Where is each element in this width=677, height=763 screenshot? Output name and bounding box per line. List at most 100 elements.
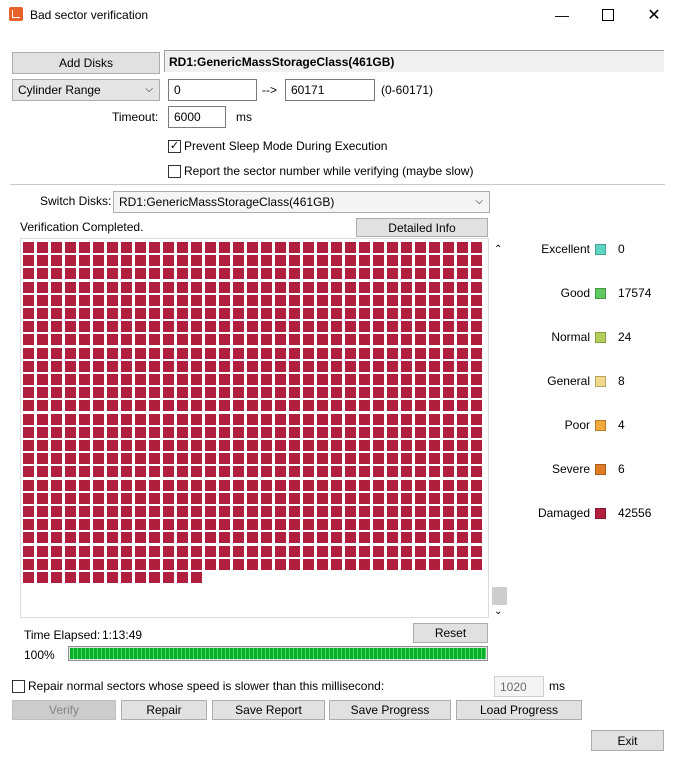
- sector-cell: [289, 374, 300, 385]
- sector-cell: [373, 321, 384, 333]
- sector-cell: [289, 413, 300, 425]
- sector-cell: [443, 506, 454, 517]
- sector-cell: [275, 334, 286, 346]
- sector-cell: [149, 374, 160, 385]
- sector-cell: [121, 294, 132, 306]
- prevent-sleep-checkbox[interactable]: ✓: [168, 140, 181, 153]
- sector-cell: [261, 360, 272, 372]
- sector-cell: [247, 506, 258, 517]
- save-progress-button[interactable]: Save Progress: [329, 700, 451, 720]
- minimize-icon[interactable]: —: [539, 0, 585, 30]
- verify-button[interactable]: Verify: [12, 700, 116, 720]
- sector-cell: [163, 308, 174, 319]
- sector-cell: [149, 440, 160, 451]
- sector-cell: [471, 308, 482, 319]
- add-disks-button[interactable]: Add Disks: [12, 52, 160, 74]
- sector-cell: [191, 360, 202, 372]
- detailed-info-button[interactable]: Detailed Info: [356, 218, 488, 237]
- sector-cell: [429, 268, 440, 280]
- sector-cell: [233, 558, 244, 570]
- sector-cell: [37, 466, 48, 478]
- sector-cell: [149, 426, 160, 438]
- sector-cell: [79, 347, 90, 359]
- sector-cell: [163, 360, 174, 372]
- repair-slow-checkbox[interactable]: [12, 680, 25, 693]
- legend-swatch: [595, 287, 606, 299]
- close-icon[interactable]: ✕: [631, 0, 677, 30]
- sector-cell: [23, 400, 34, 412]
- sector-cell: [275, 400, 286, 412]
- sector-cell: [135, 492, 146, 504]
- sector-cell: [23, 360, 34, 372]
- sector-cell: [191, 479, 202, 491]
- sector-cell: [79, 268, 90, 280]
- sector-cell: [219, 506, 230, 517]
- sector-cell: [149, 387, 160, 399]
- scroll-thumb[interactable]: [492, 587, 507, 605]
- sector-cell: [401, 387, 412, 399]
- sector-cell: [429, 308, 440, 319]
- sector-cell: [261, 413, 272, 425]
- sector-cell: [317, 466, 328, 478]
- sector-cell: [177, 426, 188, 438]
- sector-cell: [387, 242, 398, 253]
- sector-cell: [23, 242, 34, 253]
- sector-cell: [219, 255, 230, 267]
- range-end-input[interactable]: 60171: [285, 79, 375, 101]
- sector-cell: [23, 572, 34, 583]
- sector-cell: [79, 281, 90, 293]
- sector-cell: [471, 360, 482, 372]
- sector-cell: [205, 347, 216, 359]
- sector-cell: [331, 479, 342, 491]
- repair-threshold-input[interactable]: 1020: [494, 676, 544, 697]
- sector-cell: [149, 558, 160, 570]
- scroll-down-icon[interactable]: ⌄: [494, 606, 502, 617]
- sector-cell: [135, 347, 146, 359]
- sector-cell: [23, 506, 34, 517]
- sector-cell: [401, 506, 412, 517]
- repair-button[interactable]: Repair: [121, 700, 207, 720]
- timeout-input[interactable]: 6000: [168, 106, 226, 128]
- sector-cell: [401, 281, 412, 293]
- sector-cell: [233, 413, 244, 425]
- maximize-icon[interactable]: [585, 0, 631, 30]
- report-sector-checkbox[interactable]: [168, 165, 181, 178]
- load-progress-button[interactable]: Load Progress: [456, 700, 582, 720]
- sector-cell: [219, 334, 230, 346]
- switch-disks-select[interactable]: RD1:GenericMassStorageClass(461GB) ⌵: [113, 191, 490, 213]
- sector-cell: [247, 413, 258, 425]
- sector-cell: [51, 321, 62, 333]
- exit-button[interactable]: Exit: [591, 730, 664, 751]
- sector-cell: [247, 426, 258, 438]
- sector-cell: [121, 321, 132, 333]
- sector-cell: [331, 387, 342, 399]
- sector-cell: [429, 466, 440, 478]
- sector-cell: [359, 294, 370, 306]
- sector-cell: [401, 413, 412, 425]
- sector-cell: [443, 479, 454, 491]
- sector-cell: [177, 400, 188, 412]
- sector-cell: [471, 545, 482, 557]
- save-report-button[interactable]: Save Report: [212, 700, 325, 720]
- sector-cell: [387, 268, 398, 280]
- sector-cell: [121, 308, 132, 319]
- sector-cell: [443, 413, 454, 425]
- sector-cell: [107, 440, 118, 451]
- sector-cell: [93, 334, 104, 346]
- range-start-input[interactable]: 0: [168, 79, 257, 101]
- sector-cell: [457, 242, 468, 253]
- sector-cell: [93, 347, 104, 359]
- range-mode-select[interactable]: Cylinder Range ⌵: [12, 79, 160, 101]
- reset-button[interactable]: Reset: [413, 623, 488, 643]
- sector-cell: [93, 308, 104, 319]
- sector-cell: [345, 374, 356, 385]
- sector-cell: [205, 440, 216, 451]
- sector-cell: [107, 281, 118, 293]
- sector-cell: [107, 426, 118, 438]
- sector-cell: [233, 374, 244, 385]
- sector-cell: [387, 334, 398, 346]
- sector-cell: [23, 387, 34, 399]
- sector-cell: [275, 374, 286, 385]
- sector-cell: [275, 387, 286, 399]
- sector-cell: [317, 308, 328, 319]
